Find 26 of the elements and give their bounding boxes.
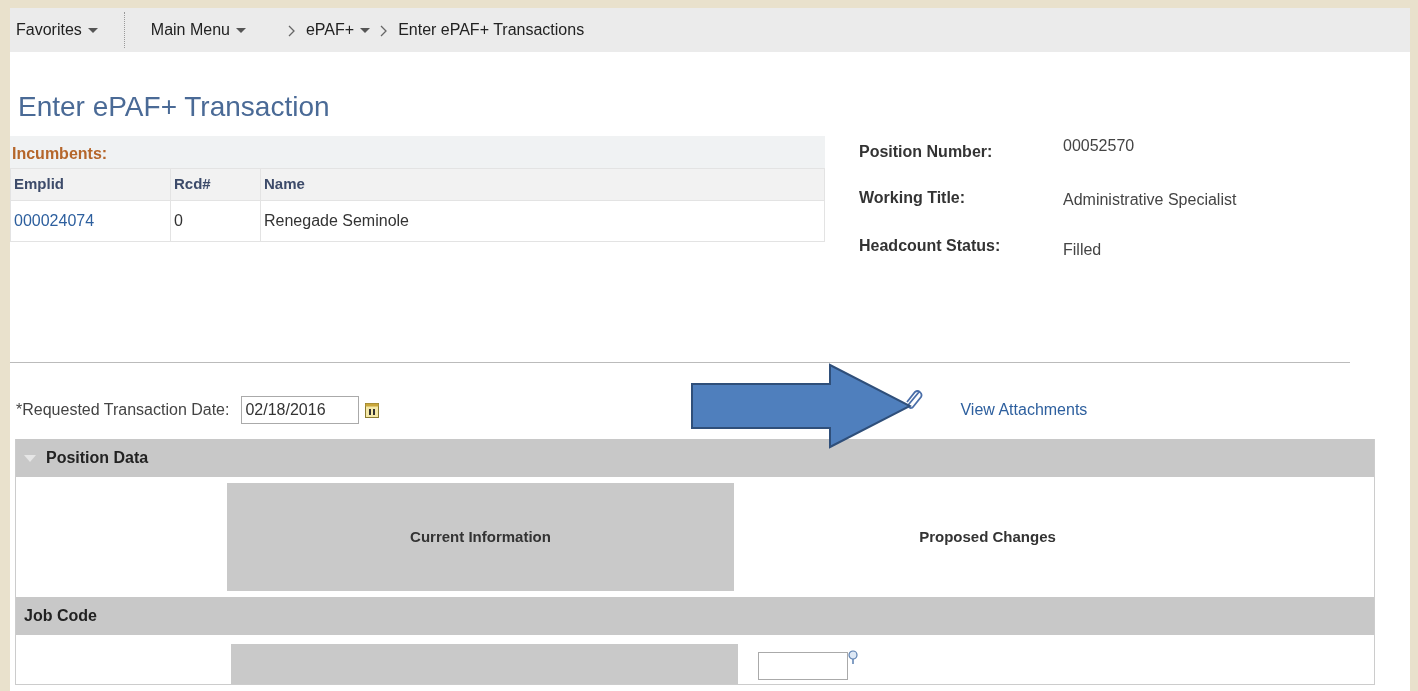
- breadcrumb-menu[interactable]: Favorites: [16, 18, 98, 42]
- section-title: Position Data: [46, 448, 149, 468]
- view-attachments-link[interactable]: View Attachments: [960, 398, 1088, 422]
- page-title: Enter ePAF+ Transaction: [18, 90, 331, 124]
- breadcrumb-menu[interactable]: Main Menu: [150, 18, 246, 42]
- column-header: Rcd#: [170, 168, 261, 200]
- field-value: 00052570: [1063, 136, 1135, 156]
- field-label: *Requested Transaction Date:: [16, 400, 230, 420]
- table-cell: Renegade Seminole: [260, 200, 825, 241]
- section-header[interactable]: Position Data: [16, 439, 1374, 477]
- field-value: Administrative Specialist: [1063, 190, 1237, 210]
- emplid-link[interactable]: 000024074: [10, 200, 171, 241]
- grid-title: Incumbents:: [10, 136, 825, 168]
- table-cell: 0: [170, 200, 261, 241]
- column-header: Emplid: [10, 168, 171, 200]
- field-label: Working Title:: [859, 188, 967, 208]
- date-field[interactable]: 02/18/2016: [241, 396, 360, 424]
- column-header: Name: [260, 168, 825, 200]
- breadcrumb-current: Enter ePAF+ Transactions: [398, 20, 585, 40]
- subsection-title: Job Code: [24, 606, 97, 626]
- field-value: Filled: [1063, 240, 1102, 260]
- breadcrumb-menu[interactable]: ePAF+: [305, 18, 371, 42]
- column-heading: Proposed Changes: [918, 526, 1057, 547]
- field-label: Headcount Status:: [859, 236, 1002, 256]
- field-label: Position Number:: [859, 142, 994, 162]
- column-heading-block: Current Information: [227, 483, 734, 591]
